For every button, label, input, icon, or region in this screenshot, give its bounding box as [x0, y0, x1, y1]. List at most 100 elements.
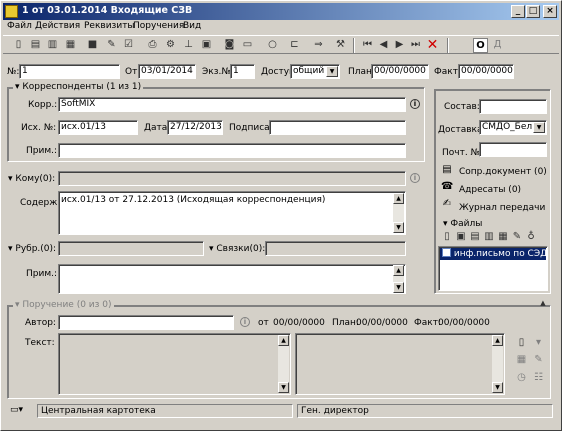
assignment-executors[interactable]: ▲ ▼ — [295, 333, 505, 395]
o-toggle-button[interactable]: О — [473, 38, 488, 53]
delete-executor-icon[interactable]: ✎ — [532, 353, 545, 368]
korr-label: Корр.: — [28, 100, 58, 110]
maximize-button[interactable]: □ — [526, 5, 540, 18]
minimize-button[interactable]: _ — [511, 5, 525, 18]
scroll-up-icon: ▲ — [278, 335, 289, 346]
file-name: инф.письмо по СЭД — [453, 249, 548, 259]
view-file-icon[interactable]: ▤ — [469, 230, 481, 245]
korr-field[interactable]: SoftMIX — [58, 97, 406, 112]
file-item[interactable]: инф.письмо по СЭД — [440, 248, 548, 260]
signed-field[interactable] — [269, 120, 406, 135]
circle-icon[interactable]: ○ — [265, 38, 280, 53]
svyazi-field[interactable] — [265, 241, 406, 256]
new-linked-icon[interactable]: ▥ — [45, 38, 60, 53]
from-date-field[interactable]: 03/01/2014 — [138, 64, 196, 79]
komu-label[interactable]: ▾ Кому(0): — [8, 174, 55, 184]
correspondents-header[interactable]: ▾ Корреспонденты (1 из 1) — [13, 82, 144, 92]
dropdown-icon[interactable]: ▾ — [532, 336, 545, 351]
ish-field[interactable]: исх.01/13 — [58, 120, 138, 135]
edit-icon[interactable]: ✎ — [104, 38, 119, 53]
frame-icon[interactable]: ⊏ — [287, 38, 302, 53]
info-icon[interactable]: i — [410, 173, 420, 183]
d-toggle-button[interactable]: Д — [490, 38, 505, 53]
word-file-icon — [442, 248, 451, 257]
scrollbar[interactable]: ▲ ▼ — [278, 335, 289, 393]
svyazi-label[interactable]: ▾ Связки(0): — [209, 244, 265, 254]
title-bar[interactable]: 1 от 03.01.2014 Входящие СЗВ _ □ × — [3, 3, 559, 20]
komu-label-text: Кому(0): — [15, 174, 56, 184]
sostav-field[interactable] — [479, 99, 547, 114]
chevron-down-icon[interactable]: ▼ — [326, 66, 338, 77]
access-value: общий — [293, 66, 325, 76]
info-icon[interactable]: i — [410, 99, 420, 109]
rubr-field[interactable] — [58, 241, 204, 256]
delete-icon[interactable]: ✕ — [425, 38, 440, 53]
next-record-icon[interactable]: ▶ — [392, 38, 407, 53]
chevron-down-icon[interactable]: ▼ — [533, 122, 545, 133]
rubr-label[interactable]: ▾ Рубр.(0): — [8, 244, 56, 254]
report-icon[interactable]: ☷ — [532, 371, 545, 386]
last-record-icon[interactable]: ⏭ — [408, 38, 423, 53]
camera-icon[interactable]: ◙ — [222, 38, 237, 53]
clock-icon[interactable]: ◷ — [515, 371, 528, 386]
toolbar: ▯ ▤ ▥ ▦ ■ ✎ ☑ ⎙ ⚙ ⊥ ▣ ◙ ▭ ○ ⊏ ⇒ ⚒ ⏮ ◀ ▶ … — [3, 35, 559, 54]
dostavka-select[interactable]: СМДО_Бел ▼ — [479, 120, 547, 135]
prim-field[interactable] — [58, 143, 406, 158]
tools-icon[interactable]: ⚒ — [333, 38, 348, 53]
komu-field[interactable] — [58, 171, 406, 186]
svyazi-label-text: Связки(0): — [216, 244, 266, 254]
files-title: Файлы — [450, 219, 483, 229]
access-select[interactable]: общий ▼ — [290, 64, 340, 79]
scan-file-icon[interactable]: ▣ — [455, 230, 467, 245]
addressees-icon: ☎ — [441, 181, 454, 192]
poch-field[interactable] — [479, 142, 547, 157]
first-record-icon[interactable]: ⏮ — [360, 38, 375, 53]
send-icon[interactable]: ⇒ — [311, 38, 326, 53]
menu-actions[interactable]: Действия — [35, 21, 80, 31]
new-doc-icon[interactable]: ▯ — [11, 38, 26, 53]
prev-record-icon[interactable]: ◀ — [376, 38, 391, 53]
files-list[interactable]: инф.письмо по СЭД — [438, 246, 548, 291]
menu-file[interactable]: Файл — [7, 21, 32, 31]
cabinet-icon[interactable]: ▭▾ — [7, 404, 35, 418]
scrollbar[interactable]: ▲ ▼ — [492, 335, 503, 393]
date-field[interactable]: 27/12/2013 — [167, 120, 223, 135]
scanner-icon[interactable]: ▣ — [199, 38, 214, 53]
add-file-icon[interactable]: ▯ — [441, 230, 453, 245]
print-setup-icon[interactable]: ⚙ — [163, 38, 178, 53]
stamp-icon[interactable]: ⊥ — [181, 38, 196, 53]
scrollbar[interactable]: ▲ ▼ — [393, 265, 404, 293]
card-icon[interactable]: ▭ — [240, 38, 255, 53]
copy-file-icon[interactable]: ▥ — [483, 230, 495, 245]
edit-executor-icon[interactable]: ▦ — [515, 353, 528, 368]
assignment-text[interactable]: ▲ ▼ — [58, 333, 291, 395]
lock-file-icon[interactable]: ♁ — [525, 230, 537, 245]
save-icon[interactable]: ■ — [85, 38, 100, 53]
scrollbar[interactable]: ▲ ▼ — [393, 193, 404, 233]
scroll-up-icon[interactable]: ▲ — [538, 299, 548, 309]
link-accompanying-doc[interactable]: Сопр.документ (0) — [459, 167, 547, 177]
menu-view[interactable]: Вид — [183, 21, 201, 31]
menu-assignments[interactable]: Поручения — [133, 21, 184, 31]
body-prim-textarea[interactable] — [58, 264, 406, 294]
check-icon[interactable]: ☑ — [121, 38, 136, 53]
assignment-header[interactable]: ▾ Поручение (0 из 0) — [13, 300, 114, 310]
menu-requisites[interactable]: Реквизиты — [84, 21, 135, 31]
plan-date-field[interactable]: 00/00/0000 — [371, 64, 429, 79]
num-field[interactable]: 1 — [19, 64, 120, 79]
link-transfer-journal[interactable]: Журнал передачи — [459, 203, 545, 213]
new-copy-icon[interactable]: ▤ — [28, 38, 43, 53]
open-icon[interactable]: ▦ — [63, 38, 78, 53]
add-executor-icon[interactable]: ▯ — [515, 336, 528, 351]
fact-date-field[interactable]: 00/00/0000 — [458, 64, 514, 79]
files-header[interactable]: ▾ Файлы — [441, 219, 485, 229]
sign-file-icon[interactable]: ✎ — [511, 230, 523, 245]
copy-field[interactable]: 1 — [230, 64, 255, 79]
info-icon[interactable]: i — [240, 317, 250, 327]
print-icon[interactable]: ⎙ — [145, 38, 160, 53]
author-field[interactable] — [58, 315, 234, 330]
close-button[interactable]: × — [543, 5, 557, 18]
soderzh-textarea[interactable]: исх.01/13 от 27.12.2013 (Исходящая корре… — [58, 191, 406, 235]
paste-file-icon[interactable]: ▦ — [497, 230, 509, 245]
link-addressees[interactable]: Адресаты (0) — [459, 185, 521, 195]
